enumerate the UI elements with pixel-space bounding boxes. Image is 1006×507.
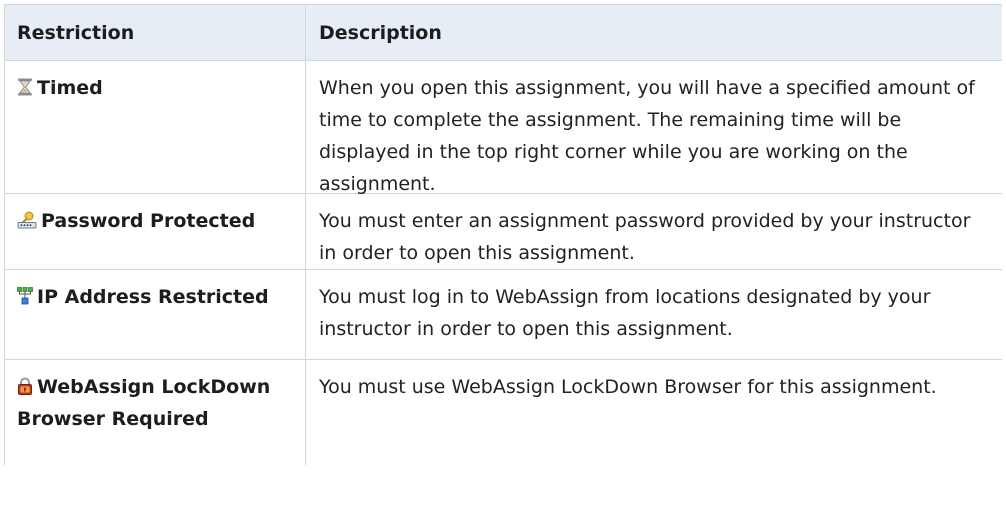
restriction-label: WebAssign LockDown Browser Required bbox=[17, 376, 271, 430]
description-cell: You must enter an assignment password pr… bbox=[319, 210, 971, 264]
restriction-label: IP Address Restricted bbox=[37, 286, 269, 308]
restriction-label: Password Protected bbox=[41, 210, 256, 232]
table-row: Password Protected You must enter an ass… bbox=[5, 194, 1002, 270]
restriction-label: Timed bbox=[37, 77, 103, 99]
description-cell: You must log in to WebAssign from locati… bbox=[319, 286, 931, 340]
column-header-restriction: Restriction bbox=[5, 5, 306, 60]
table-header-row: Restriction Description bbox=[5, 5, 1002, 61]
lock-icon bbox=[17, 377, 33, 395]
table-row: Timed When you open this assignment, you… bbox=[5, 61, 1002, 195]
restriction-cell: Timed bbox=[5, 61, 306, 193]
restriction-cell: Password Protected bbox=[5, 194, 306, 269]
restriction-cell: IP Address Restricted bbox=[5, 270, 306, 359]
hourglass-icon bbox=[17, 78, 33, 96]
table-row: WebAssign LockDown Browser Required You … bbox=[5, 360, 1002, 465]
column-header-description: Description bbox=[319, 22, 442, 44]
network-icon bbox=[17, 287, 33, 305]
description-cell: When you open this assignment, you will … bbox=[319, 77, 975, 195]
description-cell: You must use WebAssign LockDown Browser … bbox=[319, 376, 937, 398]
table-row: IP Address Restricted You must log in to… bbox=[5, 270, 1002, 360]
restriction-cell: WebAssign LockDown Browser Required bbox=[5, 360, 306, 465]
restrictions-table: Restriction Description Timed When you o… bbox=[4, 4, 1002, 465]
password-key-icon bbox=[17, 211, 37, 229]
